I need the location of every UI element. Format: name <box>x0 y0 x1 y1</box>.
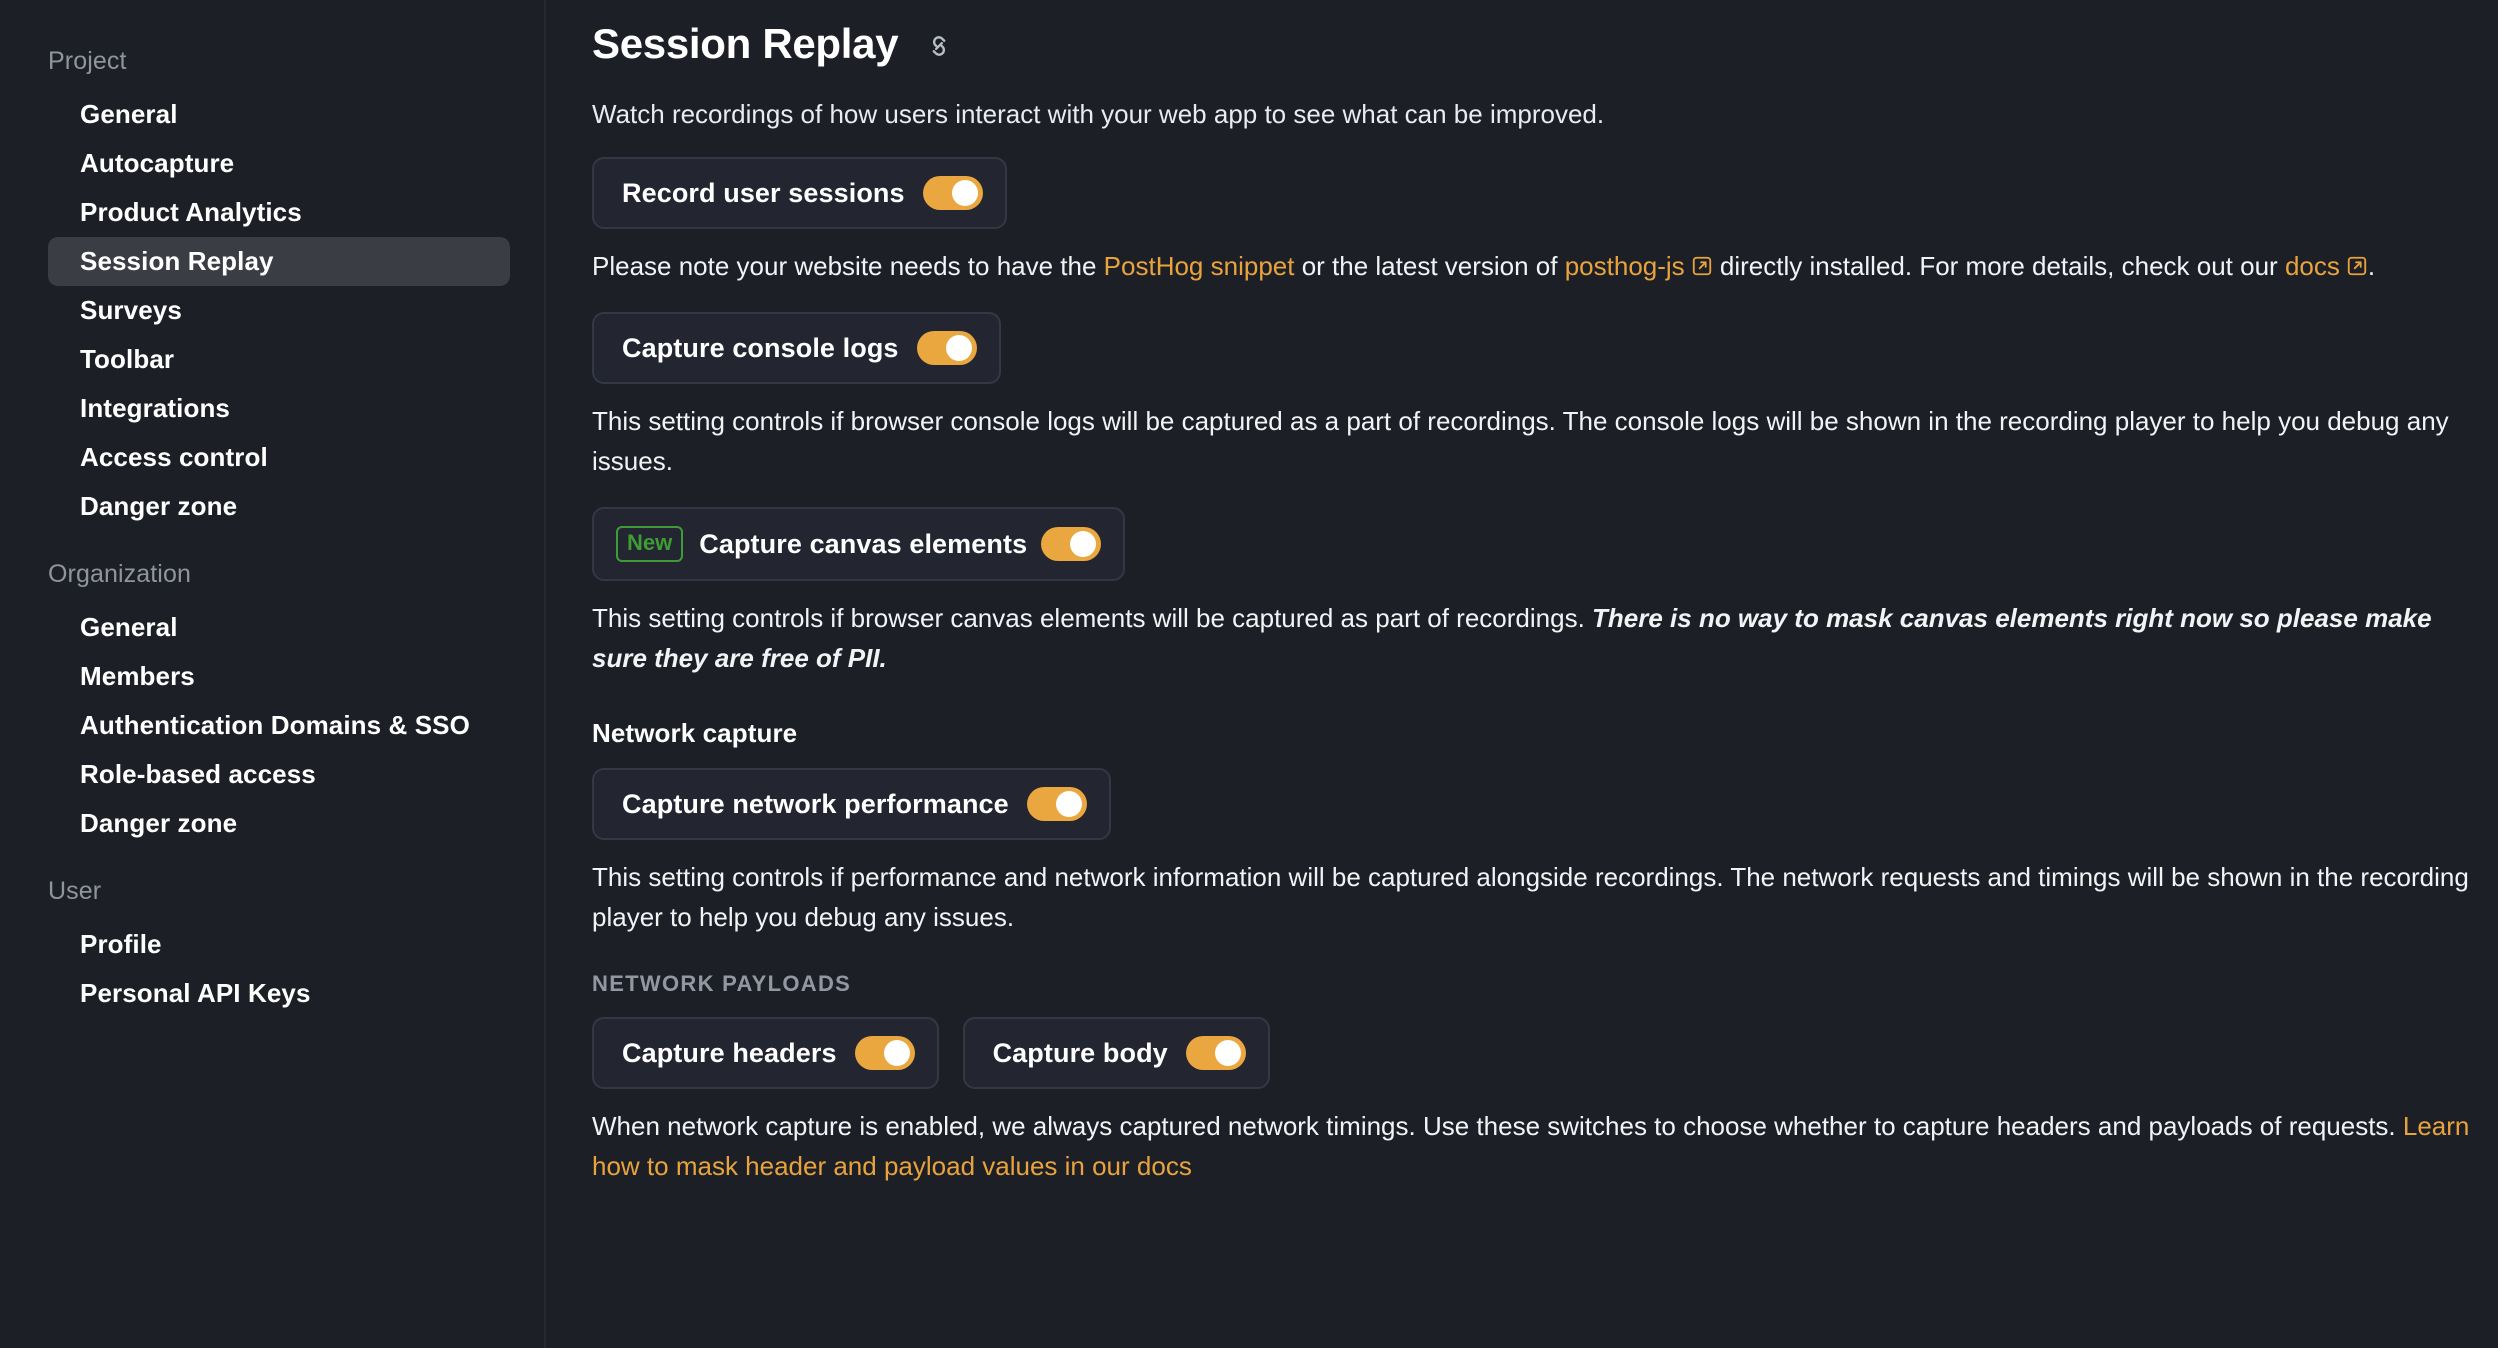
capture-body-toggle-card[interactable]: Capture body <box>962 1017 1270 1089</box>
posthog-snippet-link[interactable]: PostHog snippet <box>1104 251 1295 281</box>
external-link-icon <box>2346 248 2368 276</box>
sidebar-item-integrations[interactable]: Integrations <box>48 384 510 433</box>
sidebar-item-surveys[interactable]: Surveys <box>48 286 510 335</box>
sidebar-section-label-user: User <box>48 877 102 905</box>
sidebar-item-danger-zone-project[interactable]: Danger zone <box>48 482 510 531</box>
sidebar-item-label: Product Analytics <box>80 197 302 227</box>
capture-network-performance-toggle-card[interactable]: Capture network performance <box>592 768 1111 840</box>
sidebar-item-members[interactable]: Members <box>48 652 510 701</box>
sidebar-item-label: Danger zone <box>80 491 238 521</box>
sidebar-item-label: Members <box>80 661 195 691</box>
snippet-note-suffix: . <box>2367 251 2376 281</box>
capture-canvas-elements-switch[interactable] <box>1041 527 1102 561</box>
capture-network-performance-label: Capture network performance <box>622 788 1009 819</box>
record-user-sessions-row: Record user sessions <box>592 157 2498 229</box>
page-subtitle: Watch recordings of how users interact w… <box>592 99 1605 129</box>
network-payload-toggles-row: Capture headers Capture body <box>592 1017 2498 1089</box>
settings-sidebar: Project General Autocapture Product Anal… <box>0 0 546 1348</box>
switch-knob <box>951 180 978 206</box>
snippet-note-mid2: directly installed. For more details, ch… <box>1712 251 2285 281</box>
capture-console-logs-row: Capture console logs <box>592 312 2498 384</box>
capture-network-performance-description: This setting controls if performance and… <box>592 862 2469 932</box>
sidebar-item-danger-zone-org[interactable]: Danger zone <box>48 799 510 848</box>
page-title: Session Replay <box>592 20 899 67</box>
snippet-note-paragraph: Please note your website needs to have t… <box>592 246 2498 286</box>
sidebar-item-session-replay[interactable]: Session Replay <box>48 237 510 286</box>
record-user-sessions-label: Record user sessions <box>622 177 905 208</box>
sidebar-item-label: Surveys <box>80 295 182 325</box>
record-user-sessions-toggle-card[interactable]: Record user sessions <box>592 157 1007 229</box>
sidebar-item-label: Toolbar <box>80 344 175 374</box>
switch-knob <box>945 335 972 361</box>
switch-knob <box>1070 531 1097 557</box>
capture-canvas-elements-row: New Capture canvas elements <box>592 507 2498 581</box>
snippet-note-prefix: Please note your website needs to have t… <box>592 251 1104 281</box>
capture-headers-toggle-card[interactable]: Capture headers <box>592 1017 939 1089</box>
sidebar-item-autocapture[interactable]: Autocapture <box>48 139 510 188</box>
capture-headers-label: Capture headers <box>622 1037 837 1068</box>
network-payloads-label: NETWORK PAYLOADS <box>592 971 852 996</box>
sidebar-item-label: Access control <box>80 442 268 472</box>
capture-canvas-elements-toggle-card[interactable]: New Capture canvas elements <box>592 507 1126 581</box>
network-payload-footer-text: When network capture is enabled, we alwa… <box>592 1106 2498 1186</box>
network-footer-plain: When network capture is enabled, we alwa… <box>592 1111 2403 1141</box>
sidebar-item-general-org[interactable]: General <box>48 603 510 652</box>
sidebar-item-label: Autocapture <box>80 148 235 178</box>
sidebar-item-personal-api-keys[interactable]: Personal API Keys <box>48 969 510 1018</box>
page-header: Session Replay <box>592 20 2498 68</box>
new-badge: New <box>616 526 684 562</box>
sidebar-section-label-organization: Organization <box>48 560 191 588</box>
network-capture-heading: Network capture <box>592 718 798 748</box>
sidebar-item-product-analytics[interactable]: Product Analytics <box>48 188 510 237</box>
settings-main-content: Session Replay Watch recordings of how u… <box>546 0 2498 1348</box>
capture-network-performance-switch[interactable] <box>1026 787 1087 821</box>
sidebar-item-label: Integrations <box>80 393 230 423</box>
canvas-description-plain: This setting controls if browser canvas … <box>592 603 1593 633</box>
sidebar-item-label: Role-based access <box>80 759 316 789</box>
capture-body-label: Capture body <box>992 1037 1168 1068</box>
link-icon[interactable] <box>924 31 954 61</box>
sidebar-item-toolbar[interactable]: Toolbar <box>48 335 510 384</box>
sidebar-item-label: Session Replay <box>80 246 274 276</box>
snippet-note-mid1: or the latest version of <box>1294 251 1565 281</box>
capture-console-logs-label: Capture console logs <box>622 332 899 363</box>
capture-canvas-elements-description: This setting controls if browser canvas … <box>592 598 2492 678</box>
sidebar-item-label: Authentication Domains & SSO <box>80 710 470 740</box>
docs-link[interactable]: docs <box>2285 251 2340 281</box>
capture-canvas-elements-label: Capture canvas elements <box>699 528 1028 559</box>
sidebar-item-label: Personal API Keys <box>80 978 311 1008</box>
sidebar-item-label: General <box>80 612 178 642</box>
sidebar-item-label: Danger zone <box>80 808 238 838</box>
capture-headers-switch[interactable] <box>854 1036 915 1070</box>
capture-network-performance-row: Capture network performance <box>592 768 2498 840</box>
capture-console-logs-description: This setting controls if browser console… <box>592 406 2449 476</box>
sidebar-item-access-control[interactable]: Access control <box>48 433 510 482</box>
sidebar-item-authentication-domains-sso[interactable]: Authentication Domains & SSO <box>48 701 510 750</box>
sidebar-section-label-project: Project <box>48 47 127 75</box>
capture-body-switch[interactable] <box>1185 1036 1246 1070</box>
sidebar-item-profile[interactable]: Profile <box>48 920 510 969</box>
switch-knob <box>1055 791 1082 817</box>
capture-console-logs-toggle-card[interactable]: Capture console logs <box>592 312 1001 384</box>
sidebar-item-label: Profile <box>80 929 162 959</box>
sidebar-item-role-based-access[interactable]: Role-based access <box>48 750 510 799</box>
record-user-sessions-switch[interactable] <box>922 176 983 210</box>
switch-knob <box>1214 1040 1241 1066</box>
sidebar-item-label: General <box>80 99 178 129</box>
capture-console-logs-switch[interactable] <box>916 331 977 365</box>
settings-page: Project General Autocapture Product Anal… <box>0 0 2498 1348</box>
switch-knob <box>883 1040 910 1066</box>
posthog-js-link[interactable]: posthog-js <box>1565 251 1685 281</box>
sidebar-item-general-project[interactable]: General <box>48 90 510 139</box>
external-link-icon <box>1691 248 1713 276</box>
